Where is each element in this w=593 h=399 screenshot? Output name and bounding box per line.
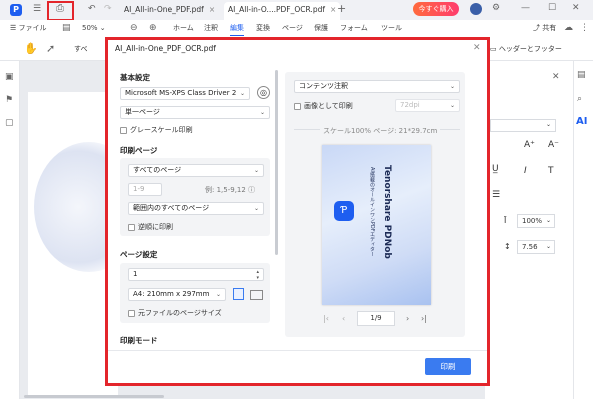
- left-sidebar: [0, 61, 20, 399]
- zoom-value: 50%: [82, 24, 98, 32]
- menu-edit[interactable]: 編集: [230, 20, 244, 36]
- toolbar-partial-label[interactable]: すべ: [74, 44, 88, 54]
- align-left-icon[interactable]: ☰: [492, 190, 500, 200]
- undo-icon[interactable]: ↶: [88, 4, 96, 14]
- close-icon[interactable]: ×: [209, 5, 215, 14]
- font-select[interactable]: ⌄: [490, 119, 556, 132]
- header-footer-label: ヘッダーとフッター: [498, 45, 562, 53]
- dialog-highlight: [105, 37, 490, 386]
- cloud-icon[interactable]: ☁: [564, 23, 573, 33]
- menu-home[interactable]: ホーム: [173, 20, 194, 36]
- bookmark-icon[interactable]: ⚑: [5, 95, 13, 105]
- line-spacing-input[interactable]: 7.56 ⌄: [517, 240, 555, 254]
- share-label: 共有: [542, 24, 557, 32]
- redo-icon[interactable]: ↷: [104, 4, 112, 14]
- tab-file-2[interactable]: AI_All-in-O....PDF_OCR.pdf ×: [224, 2, 341, 20]
- more-icon[interactable]: ⋮: [580, 23, 589, 33]
- zoom-in-icon[interactable]: ⊕: [149, 23, 157, 33]
- right-sidebar: [573, 61, 593, 399]
- page-icon[interactable]: ▤: [62, 23, 71, 33]
- text-size-icon[interactable]: A⁺: [524, 140, 535, 150]
- settings-icon[interactable]: ⚙: [492, 3, 500, 13]
- menu-page[interactable]: ページ: [282, 20, 303, 36]
- new-tab-icon[interactable]: +: [337, 2, 346, 15]
- file-menu-label: ファイル: [18, 24, 47, 32]
- tab-label: AI_All-in-O....PDF_OCR.pdf: [228, 5, 325, 14]
- char-spacing-input[interactable]: 100% ⌄: [517, 214, 555, 228]
- file-menu[interactable]: ☰ ファイル: [10, 20, 47, 36]
- print-button-highlight: [47, 1, 74, 21]
- menu-protect[interactable]: 保護: [314, 20, 328, 36]
- menu-icon[interactable]: ☰: [33, 4, 41, 14]
- properties-icon[interactable]: ▤: [577, 70, 586, 80]
- hand-icon[interactable]: ✋: [24, 42, 38, 55]
- line-spacing-value: 7.56: [522, 243, 538, 251]
- zoom-out-icon[interactable]: ⊖: [130, 23, 138, 33]
- tab-label: AI_All-in-One_PDF.pdf: [124, 5, 204, 14]
- comment-icon[interactable]: ▢: [5, 118, 14, 128]
- ai-icon[interactable]: AI: [576, 116, 587, 127]
- menu-comment[interactable]: 注釈: [204, 20, 218, 36]
- properties-panel: [485, 61, 573, 399]
- menu-tools[interactable]: ツール: [381, 20, 402, 36]
- char-spacing-icon: Ī: [504, 216, 507, 225]
- text-size-down-icon[interactable]: A⁻: [548, 140, 559, 150]
- search-icon[interactable]: ⌕: [577, 94, 582, 104]
- avatar[interactable]: [470, 3, 482, 15]
- maximize-icon[interactable]: ☐: [548, 3, 556, 13]
- underline-icon[interactable]: U̲: [492, 164, 499, 174]
- close-icon[interactable]: ×: [330, 5, 336, 14]
- minimize-icon[interactable]: —: [521, 3, 530, 13]
- panel-close-icon[interactable]: ✕: [552, 72, 560, 82]
- horizontal-scrollbar[interactable]: [24, 395, 164, 398]
- header-footer-button[interactable]: ▭ ヘッダーとフッター: [490, 44, 562, 54]
- zoom-select[interactable]: 50% ⌄: [82, 20, 106, 36]
- text-align-icon[interactable]: T: [548, 166, 554, 176]
- tab-file-1[interactable]: AI_All-in-One_PDF.pdf ×: [120, 2, 219, 20]
- line-spacing-icon: ↕: [504, 242, 511, 251]
- thumbnail-icon[interactable]: ▣: [5, 72, 14, 82]
- select-icon[interactable]: ➚: [46, 42, 55, 55]
- italic-icon[interactable]: I: [524, 166, 527, 176]
- close-window-icon[interactable]: ✕: [572, 3, 580, 13]
- app-logo: P: [10, 4, 22, 16]
- buy-now-button[interactable]: 今すぐ購入: [413, 2, 459, 16]
- char-spacing-value: 100%: [522, 217, 543, 225]
- menu-convert[interactable]: 変換: [256, 20, 270, 36]
- menu-form[interactable]: フォーム: [340, 20, 368, 36]
- share-button[interactable]: ⤴ 共有: [533, 20, 556, 36]
